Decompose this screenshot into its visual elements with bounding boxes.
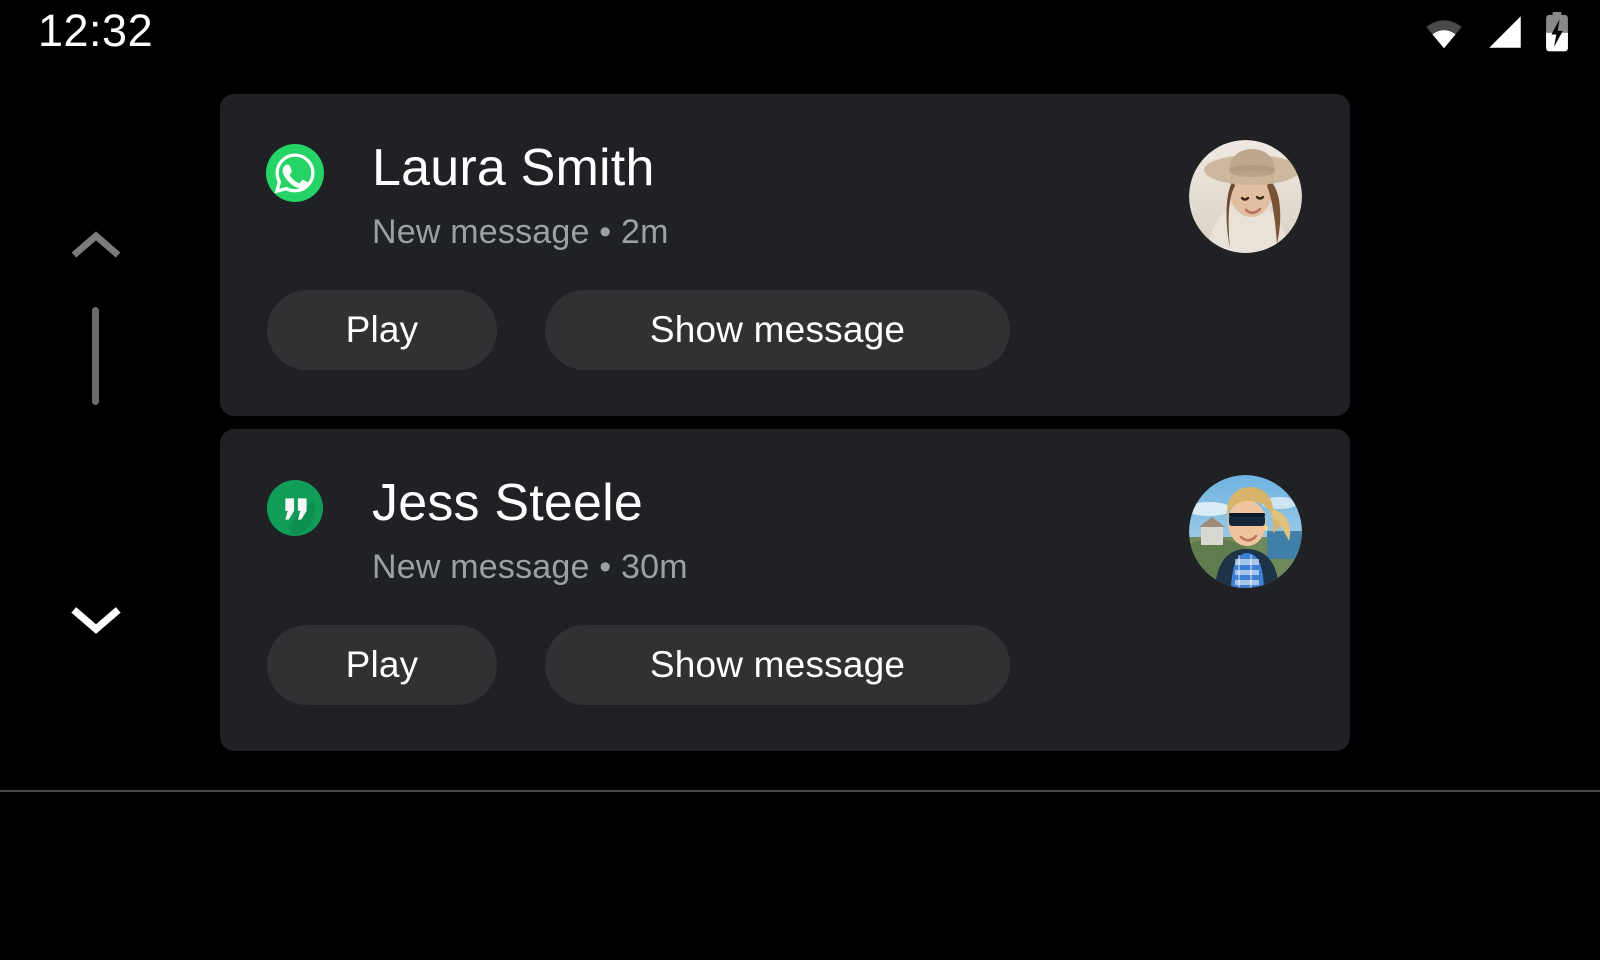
notification-text-block: Laura Smith New message • 2m — [372, 138, 669, 254]
notification-subtitle: New message • 2m — [372, 213, 669, 251]
notification-card[interactable]: Laura Smith New message • 2m Play Show m… — [220, 94, 1350, 416]
woman-with-sunglasses-avatar — [1189, 475, 1302, 588]
whatsapp-icon — [266, 144, 324, 202]
notification-subtitle: New message • 30m — [372, 548, 688, 586]
notification-card[interactable]: Jess Steele New message • 30m Play Show … — [220, 429, 1350, 751]
cell-signal-icon — [1489, 16, 1521, 48]
battery-charging-icon — [1546, 12, 1568, 52]
hangouts-icon — [266, 479, 324, 537]
status-icon-group — [1422, 12, 1570, 52]
sender-name: Laura Smith — [372, 139, 655, 197]
notification-list: Laura Smith New message • 2m Play Show m… — [220, 94, 1350, 751]
chevron-up-icon[interactable] — [70, 225, 122, 265]
scrollbar-thumb[interactable] — [92, 307, 99, 405]
notification-header: Jess Steele New message • 30m — [220, 429, 1350, 589]
notification-header: Laura Smith New message • 2m — [220, 94, 1350, 254]
chevron-down-icon[interactable] — [70, 600, 122, 640]
bottom-nav-bar — [0, 792, 1600, 960]
status-bar: 12:32 — [0, 0, 1600, 62]
avatar — [1189, 475, 1302, 588]
sender-name: Jess Steele — [372, 474, 644, 532]
woman-in-hat-avatar — [1189, 140, 1302, 253]
notification-actions: Play Show message — [220, 589, 1350, 751]
scroll-controls — [70, 215, 122, 655]
android-auto-screen: 12:32 Laura Smith New message • 2m Play … — [0, 0, 1600, 960]
play-button[interactable]: Play — [267, 290, 497, 370]
wifi-icon — [1426, 20, 1462, 49]
show-message-button[interactable]: Show message — [545, 290, 1010, 370]
play-button[interactable]: Play — [267, 625, 497, 705]
avatar — [1189, 140, 1302, 253]
show-message-button[interactable]: Show message — [545, 625, 1010, 705]
clock: 12:32 — [38, 5, 154, 56]
notification-actions: Play Show message — [220, 254, 1350, 416]
notification-text-block: Jess Steele New message • 30m — [372, 473, 688, 589]
